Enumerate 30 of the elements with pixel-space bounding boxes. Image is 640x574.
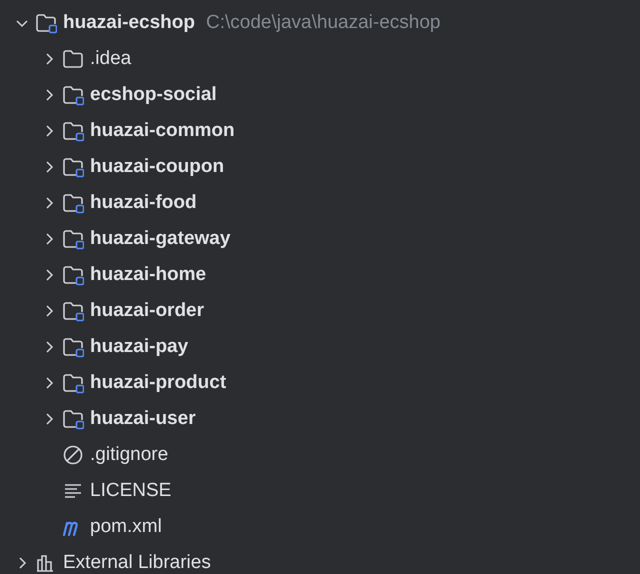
tree-item-label[interactable]: huazai-ecshop	[63, 8, 195, 38]
tree-item-label[interactable]: huazai-common	[90, 116, 235, 146]
project-path: C:\code\java\huazai-ecshop	[206, 10, 440, 35]
prohibited-icon	[62, 444, 84, 466]
tree-item-label[interactable]: huazai-home	[90, 260, 206, 290]
module-folder-icon	[62, 336, 84, 358]
tree-item-label[interactable]: External Libraries	[63, 548, 211, 574]
tree-item-label[interactable]: .idea	[90, 44, 132, 74]
tree-item-label[interactable]: huazai-order	[90, 296, 204, 326]
module-folder-icon	[62, 228, 84, 250]
tree-item-label[interactable]: huazai-coupon	[90, 152, 224, 182]
module-folder-icon	[62, 408, 84, 430]
module-folder-icon	[62, 120, 84, 142]
tree-item-label[interactable]: huazai-food	[90, 188, 197, 218]
module-folder-icon	[62, 264, 84, 286]
tree-item-label[interactable]: huazai-user	[90, 404, 196, 434]
tree-item-label[interactable]: .gitignore	[90, 440, 168, 470]
tree-item-label[interactable]: huazai-pay	[90, 332, 188, 362]
tree-item-label[interactable]: LICENSE	[90, 476, 172, 506]
folder-icon	[62, 48, 84, 70]
module-folder-icon	[35, 12, 57, 34]
tree-item-label[interactable]: huazai-product	[90, 368, 226, 398]
module-folder-icon	[62, 84, 84, 106]
tree-item-label[interactable]: huazai-gateway	[90, 224, 230, 254]
tree-item-label[interactable]: pom.xml	[90, 512, 162, 542]
module-folder-icon	[62, 300, 84, 322]
tree-item-label[interactable]: ecshop-social	[90, 80, 217, 110]
module-folder-icon	[62, 192, 84, 214]
module-folder-icon	[62, 372, 84, 394]
module-folder-icon	[62, 156, 84, 178]
